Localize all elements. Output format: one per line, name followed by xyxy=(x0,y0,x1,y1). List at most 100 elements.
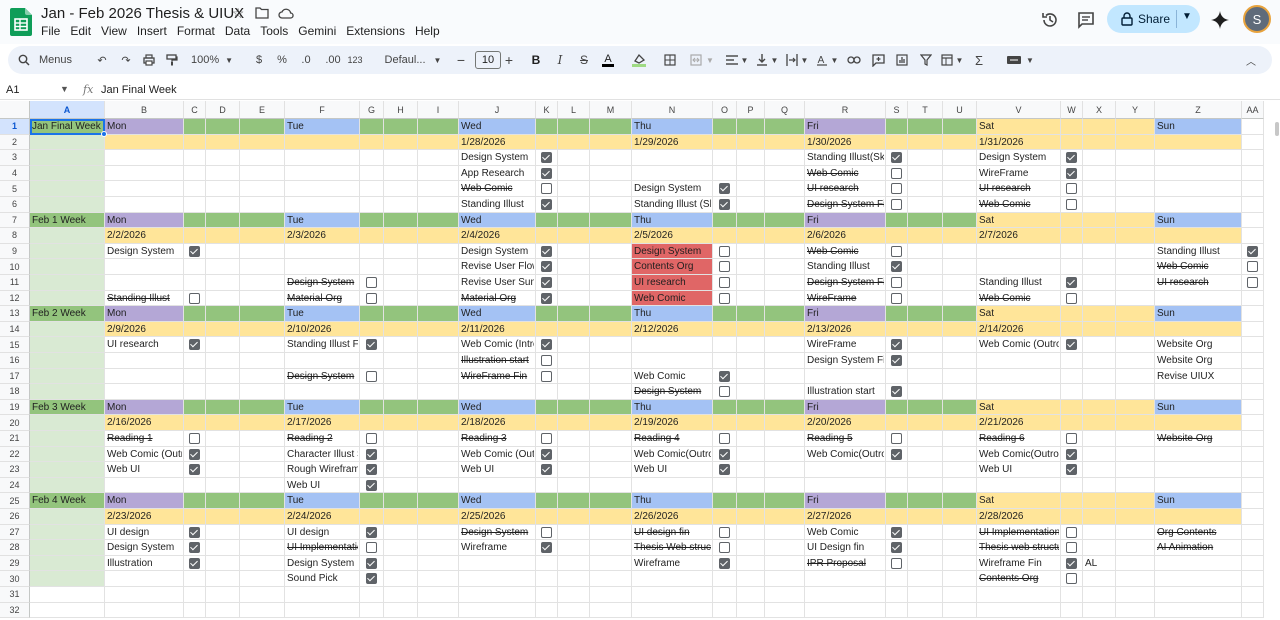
task-checkbox[interactable] xyxy=(719,557,730,569)
cell[interactable] xyxy=(30,415,105,431)
cell[interactable] xyxy=(536,587,558,603)
task-checkbox[interactable] xyxy=(189,245,200,257)
cell[interactable] xyxy=(240,477,285,494)
task-item[interactable]: Org Contents xyxy=(1155,525,1240,540)
task-item[interactable]: Character Illust S xyxy=(285,447,358,462)
cell[interactable] xyxy=(558,353,590,369)
date-cell[interactable]: 2/18/2026 xyxy=(459,415,616,430)
column-header-aa[interactable]: AA xyxy=(1242,101,1264,119)
collapse-toolbar-icon[interactable]: ︿ xyxy=(1244,46,1258,74)
version-history-icon[interactable] xyxy=(1038,8,1062,32)
cell[interactable] xyxy=(908,524,943,541)
cell[interactable] xyxy=(459,602,536,619)
task-item[interactable]: Design System xyxy=(105,244,182,259)
italic-icon[interactable]: I xyxy=(553,46,567,74)
cell[interactable] xyxy=(590,368,632,385)
date-cell[interactable]: 2/28/2026 xyxy=(977,509,1141,524)
cell[interactable] xyxy=(558,259,590,275)
cell[interactable] xyxy=(459,571,536,587)
functions-icon[interactable]: Σ xyxy=(972,46,986,74)
text-wrapping-icon[interactable]: ▼ xyxy=(784,46,810,74)
cell[interactable] xyxy=(908,571,943,587)
task-checkbox[interactable] xyxy=(1066,199,1077,210)
row-header-17[interactable]: 17 xyxy=(0,368,30,385)
cell[interactable] xyxy=(1155,290,1242,307)
column-header-b[interactable]: B xyxy=(105,101,184,119)
cell[interactable] xyxy=(908,275,943,291)
task-item[interactable]: Rough Wirefram xyxy=(285,462,358,477)
cell[interactable] xyxy=(908,181,943,197)
date-cell[interactable]: 2/26/2026 xyxy=(632,509,793,524)
task-checkbox[interactable] xyxy=(891,339,902,351)
cell[interactable] xyxy=(360,134,384,151)
cell[interactable] xyxy=(1155,602,1242,619)
row-header-31[interactable]: 31 xyxy=(0,587,30,603)
task-checkbox[interactable] xyxy=(189,464,200,476)
task-checkbox[interactable] xyxy=(719,526,730,538)
task-item[interactable]: Web Comic xyxy=(977,291,1059,306)
task-item[interactable]: AI Animation xyxy=(1155,540,1240,555)
task-checkbox[interactable] xyxy=(189,339,200,351)
date-cell[interactable]: 1/30/2026 xyxy=(805,135,966,150)
task-item[interactable]: Standing Illust(Sk xyxy=(805,150,884,165)
cell[interactable] xyxy=(943,477,977,494)
cell[interactable] xyxy=(105,368,184,385)
menu-tools[interactable]: Tools xyxy=(260,24,288,38)
cell[interactable] xyxy=(285,165,360,182)
cell[interactable] xyxy=(908,150,943,166)
cell[interactable] xyxy=(360,384,384,400)
cell[interactable] xyxy=(737,165,765,182)
cell[interactable] xyxy=(632,571,713,587)
cell[interactable] xyxy=(977,384,1061,400)
task-item[interactable]: Reading 4 xyxy=(632,431,711,446)
date-cell[interactable]: 2/16/2026 xyxy=(105,415,264,430)
cell[interactable] xyxy=(206,555,240,572)
print-icon[interactable] xyxy=(141,46,157,74)
task-checkbox[interactable] xyxy=(189,292,200,304)
task-item[interactable]: Illustration start xyxy=(459,353,534,368)
task-item[interactable]: Web Comic xyxy=(632,369,711,384)
cell[interactable] xyxy=(1116,446,1155,463)
cell[interactable] xyxy=(240,555,285,572)
task-checkbox[interactable] xyxy=(891,277,902,288)
cell[interactable] xyxy=(908,446,943,463)
cell[interactable] xyxy=(558,555,590,572)
cell[interactable] xyxy=(1242,477,1264,494)
task-checkbox[interactable] xyxy=(1066,152,1077,164)
day-header-mon[interactable]: Mon xyxy=(105,493,264,508)
cell[interactable] xyxy=(184,368,206,385)
row-header-26[interactable]: 26 xyxy=(0,509,30,525)
task-checkbox[interactable] xyxy=(891,526,902,538)
cell[interactable] xyxy=(30,571,105,587)
cell[interactable] xyxy=(977,353,1061,369)
cell[interactable] xyxy=(943,259,977,275)
task-item[interactable]: Contents Org xyxy=(632,259,711,274)
task-item[interactable]: Design System xyxy=(632,181,711,196)
cell[interactable] xyxy=(886,477,908,494)
cell[interactable] xyxy=(765,587,805,603)
day-header-thu[interactable]: Thu xyxy=(632,306,793,321)
cell[interactable] xyxy=(1083,353,1116,369)
font-size-field[interactable]: 10 xyxy=(471,46,505,74)
cell[interactable] xyxy=(1083,243,1116,260)
cell[interactable] xyxy=(1116,337,1155,353)
cell[interactable] xyxy=(1116,197,1155,213)
cell[interactable] xyxy=(418,587,459,603)
cell[interactable] xyxy=(737,337,765,353)
cell[interactable] xyxy=(285,353,360,369)
cell[interactable] xyxy=(1116,571,1155,587)
cell[interactable] xyxy=(384,368,418,385)
cell[interactable] xyxy=(558,165,590,182)
task-checkbox[interactable] xyxy=(1066,339,1077,351)
day-header-mon[interactable]: Mon xyxy=(105,400,264,415)
cell[interactable] xyxy=(632,477,713,494)
spreadsheet-grid[interactable]: A B C D E F G H I J K L M N O P Q R S T U V W X Y Z AA 1 2 3 4 5 6 7 8 9 10 1… xyxy=(0,101,1280,620)
row-header-15[interactable]: 15 xyxy=(0,337,30,353)
cell[interactable] xyxy=(1083,197,1116,213)
cell[interactable] xyxy=(184,477,206,494)
cell[interactable] xyxy=(1116,477,1155,494)
cell[interactable] xyxy=(765,431,805,447)
cell[interactable] xyxy=(30,602,105,619)
cell[interactable] xyxy=(908,353,943,369)
date-cell[interactable]: 2/24/2026 xyxy=(285,509,440,524)
